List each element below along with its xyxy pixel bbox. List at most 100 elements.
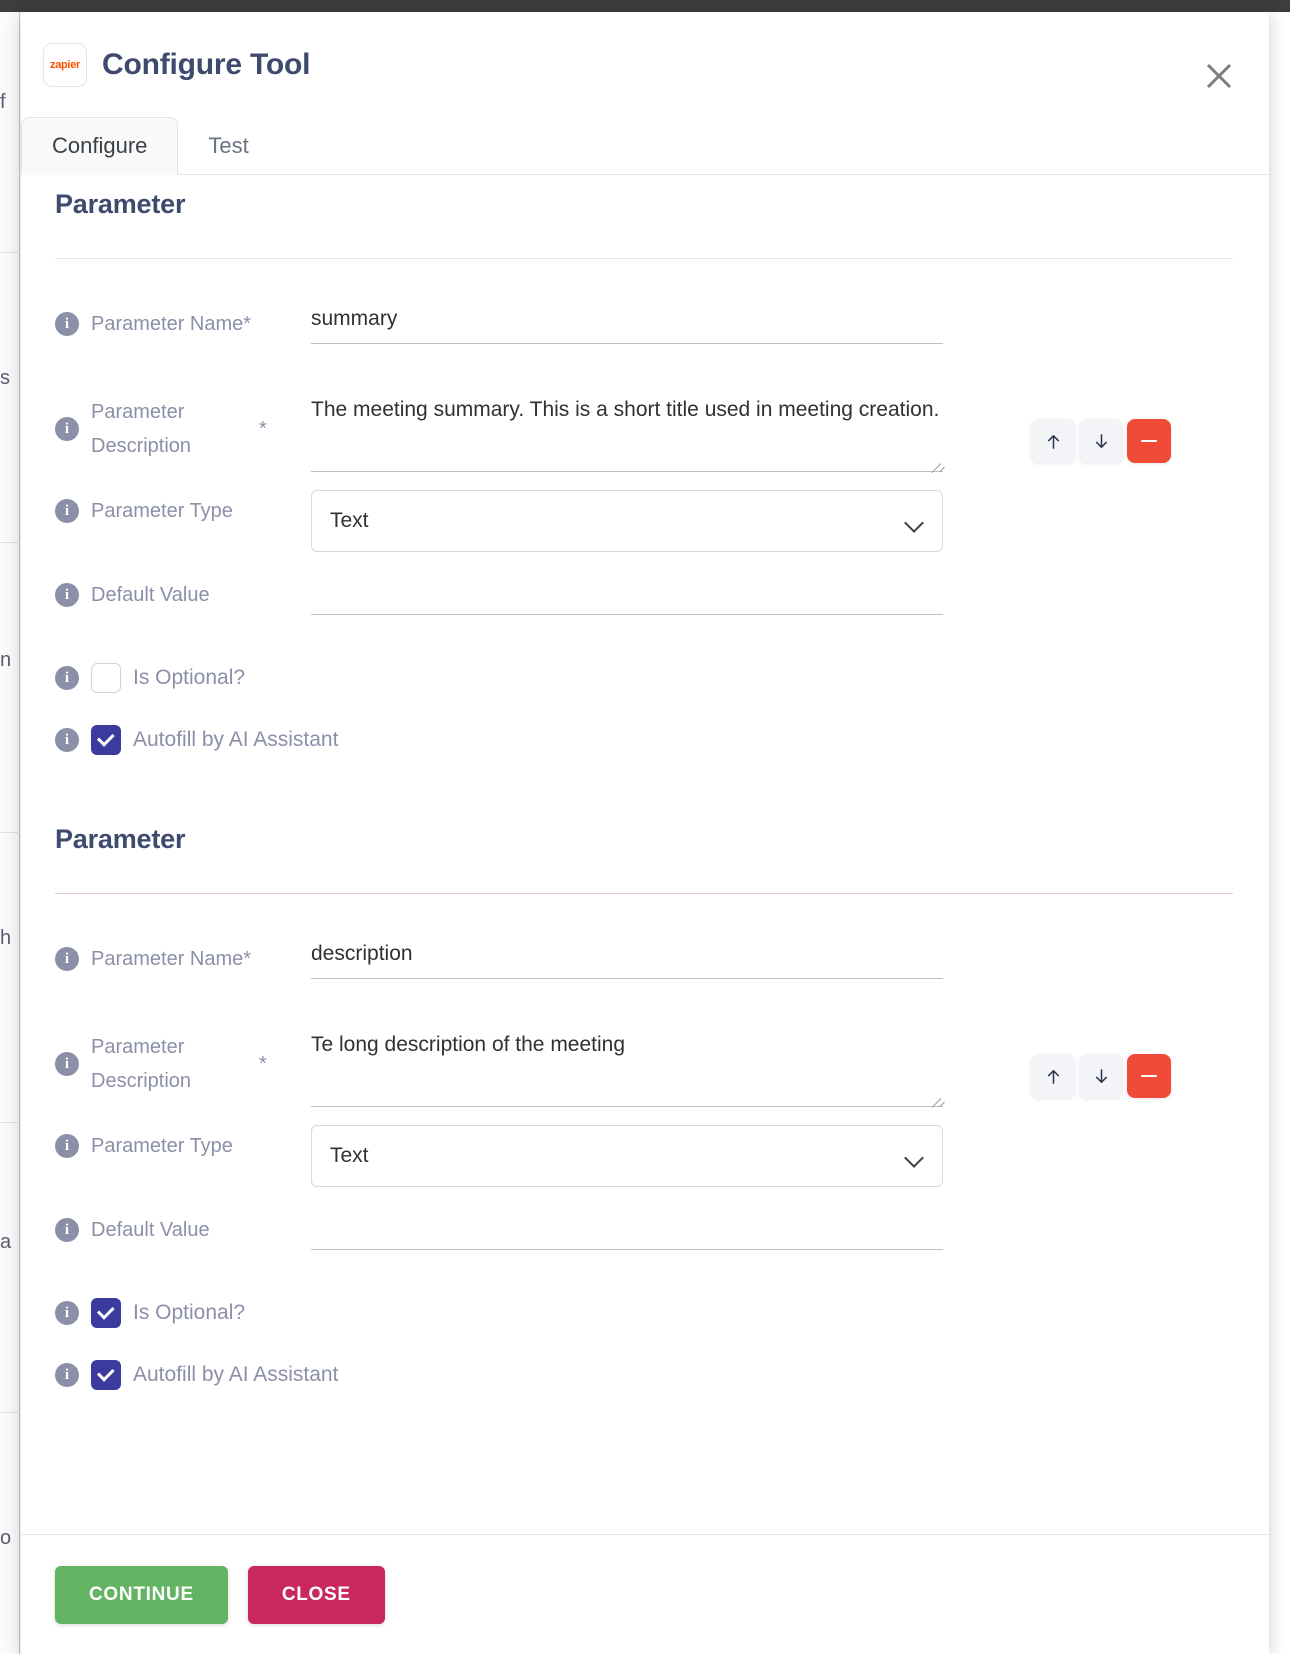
field-row-parameter-type: i Parameter Type Text (55, 1125, 1233, 1187)
minus-icon (1141, 439, 1157, 443)
field-label: Default Value (91, 1219, 210, 1241)
close-icon[interactable] (1197, 54, 1241, 98)
field-row-is-optional: i Is Optional? (55, 1279, 1233, 1341)
field-label-group: i Parameter Description * (55, 391, 311, 463)
remove-parameter-button[interactable] (1127, 1054, 1171, 1098)
field-input-group (311, 391, 943, 472)
parameter-fields-2: i Parameter Name* i Parameter Description… (55, 894, 1233, 1403)
autofill-label: Autofill by AI Assistant (133, 1363, 339, 1386)
background-text-fragment: a (0, 1232, 12, 1252)
modal-header: zapier Configure Tool (21, 12, 1269, 117)
field-label-group: i Parameter Type (55, 490, 311, 528)
field-input-group (311, 938, 943, 979)
configure-tool-modal: zapier Configure Tool Configure Test Par… (21, 12, 1269, 1654)
info-icon[interactable]: i (55, 583, 79, 607)
field-label-line2: Description (91, 1070, 192, 1092)
tab-configure[interactable]: Configure (21, 117, 179, 175)
field-row-autofill: i Autofill by AI Assistant (55, 1341, 1233, 1403)
parameter-type-value: Text (330, 509, 369, 532)
move-down-button[interactable] (1079, 419, 1123, 463)
field-label: Parameter Description (91, 1030, 231, 1098)
browser-chrome-bar (0, 0, 1290, 12)
field-label: Parameter Description (91, 395, 231, 463)
info-icon[interactable]: i (55, 1134, 79, 1158)
row-action-group (1031, 1054, 1171, 1098)
info-icon[interactable]: i (55, 728, 79, 752)
field-input-group (311, 303, 943, 344)
field-label: Parameter Type (91, 1135, 233, 1157)
field-label-group: i Parameter Name* (55, 938, 311, 976)
field-row-is-optional: i Is Optional? (55, 644, 1233, 706)
page-background-strip (0, 12, 20, 1654)
field-label-group: i Parameter Description * (55, 1026, 311, 1098)
autofill-checkbox[interactable] (91, 725, 121, 755)
tab-test[interactable]: Test (178, 117, 278, 175)
default-value-input[interactable] (311, 1209, 943, 1250)
move-up-button[interactable] (1031, 1054, 1075, 1098)
field-input-group: Text (311, 1125, 943, 1187)
is-optional-checkbox[interactable] (91, 1298, 121, 1328)
close-button[interactable]: CLOSE (247, 1565, 385, 1624)
field-row-autofill: i Autofill by AI Assistant (55, 706, 1233, 768)
minus-icon (1141, 1074, 1157, 1078)
info-icon[interactable]: i (55, 1363, 79, 1387)
field-input-group: Text (311, 490, 943, 552)
field-label-group: i Default Value (55, 574, 311, 612)
continue-button[interactable]: CONTINUE (55, 1565, 228, 1624)
tab-bar: Configure Test (21, 117, 1269, 175)
field-label-group: i Parameter Type (55, 1125, 311, 1163)
field-label-line2: Description (91, 435, 192, 457)
parameter-type-select[interactable]: Text (311, 490, 943, 552)
move-down-button[interactable] (1079, 1054, 1123, 1098)
background-text-fragment: h (0, 928, 12, 948)
field-input-group (311, 1209, 943, 1250)
field-label-group: i Default Value (55, 1209, 311, 1247)
field-row-parameter-name: i Parameter Name* (55, 938, 1233, 1000)
field-row-parameter-name: i Parameter Name* (55, 303, 1233, 365)
info-icon[interactable]: i (55, 947, 79, 971)
background-text-fragment: s (0, 368, 10, 388)
is-optional-checkbox[interactable] (91, 663, 121, 693)
zapier-logo-text: zapier (50, 58, 80, 71)
page-title: Configure Tool (102, 47, 311, 81)
info-icon[interactable]: i (55, 666, 79, 690)
info-icon[interactable]: i (55, 1052, 79, 1076)
field-label-line1: Parameter (91, 401, 185, 423)
field-label: Parameter Type (91, 500, 233, 522)
section-heading: Parameter (55, 189, 186, 219)
info-icon[interactable]: i (55, 417, 79, 441)
is-optional-label: Is Optional? (133, 666, 246, 689)
field-input-group (311, 1026, 943, 1107)
parameter-name-input[interactable] (311, 938, 943, 979)
default-value-input[interactable] (311, 574, 943, 615)
parameter-section-1: Parameter i Parameter Name* summary i Pa… (21, 175, 1269, 768)
info-icon[interactable]: i (55, 1301, 79, 1325)
page-root: f s n h a o zapier Configure Tool Config… (0, 0, 1290, 1654)
modal-footer: CONTINUE CLOSE (21, 1534, 1269, 1654)
background-text-fragment: n (0, 650, 12, 670)
field-input-group (311, 574, 943, 615)
is-optional-label: Is Optional? (133, 1301, 246, 1324)
parameter-name-input[interactable] (311, 303, 943, 344)
required-marker: * (259, 417, 267, 440)
parameter-fields-1: i Parameter Name* i Parameter Description… (55, 259, 1233, 768)
zapier-logo: zapier (43, 42, 87, 87)
info-icon[interactable]: i (55, 312, 79, 336)
background-text-fragment: f (0, 92, 6, 112)
modal-body: Parameter i Parameter Name* summary i Pa… (21, 175, 1269, 1534)
remove-parameter-button[interactable] (1127, 419, 1171, 463)
chevron-down-icon (906, 1151, 924, 1162)
field-row-parameter-type: i Parameter Type Text (55, 490, 1233, 552)
section-heading: Parameter (55, 824, 186, 854)
parameter-type-select[interactable]: Text (311, 1125, 943, 1187)
parameter-description-textarea[interactable] (311, 1026, 943, 1107)
field-label-line1: Parameter (91, 1036, 185, 1058)
move-up-button[interactable] (1031, 419, 1075, 463)
autofill-checkbox[interactable] (91, 1360, 121, 1390)
info-icon[interactable]: i (55, 499, 79, 523)
chevron-down-icon (906, 516, 924, 527)
parameter-description-textarea[interactable] (311, 391, 943, 472)
parameter-type-value: Text (330, 1144, 369, 1167)
field-label-group: i Parameter Name* (55, 303, 311, 341)
info-icon[interactable]: i (55, 1218, 79, 1242)
